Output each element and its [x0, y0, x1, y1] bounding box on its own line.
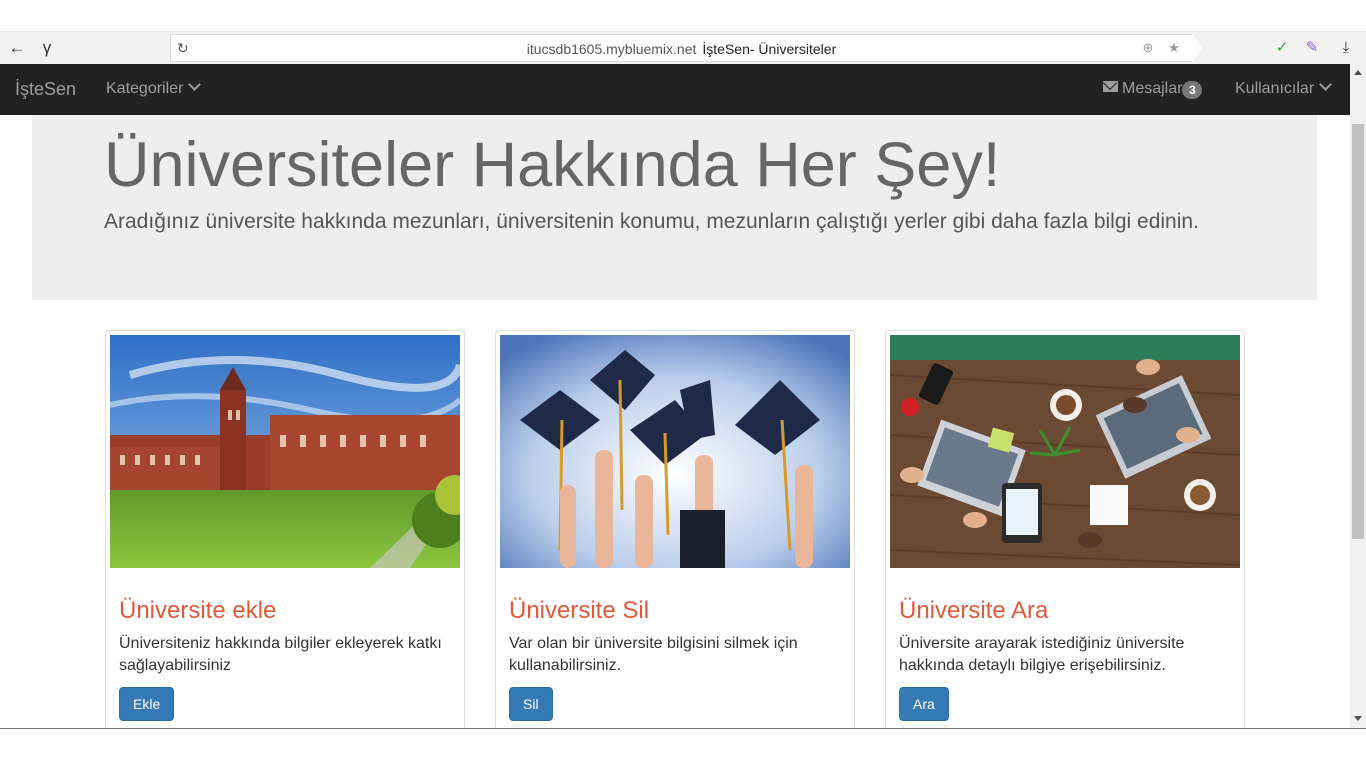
team-working-image [890, 335, 1240, 568]
page-title: Üniversiteler Hakkında Her Şey! [104, 130, 1001, 200]
users-label: Kullanıcılar [1235, 80, 1315, 97]
address-bar[interactable]: ↻ itucsdb1605.mybluemix.net İşteSen- Üniv… [170, 34, 1192, 62]
scroll-up-arrow-icon[interactable] [1354, 70, 1362, 75]
shield-extension-icon[interactable]: ✓ [1272, 38, 1292, 58]
graduation-caps-image [500, 335, 850, 568]
feather-extension-icon[interactable]: ✎ [1302, 38, 1322, 58]
bottom-window-area [0, 728, 1366, 768]
envelope-icon [1103, 81, 1118, 92]
card-search-university: Üniversite Ara Üniversite arayarak isted… [885, 330, 1245, 728]
messages-link[interactable]: Mesajlar 3 [1103, 80, 1203, 99]
categories-dropdown[interactable]: Kategoriler [106, 78, 202, 98]
card-delete-university: Üniversite Sil Var olan bir üniversite b… [495, 330, 855, 728]
categories-label: Kategoriler [106, 80, 184, 97]
address-bar-edge [1192, 34, 1202, 62]
browser-tab-strip [0, 0, 1366, 32]
forward-icon[interactable]: γ [37, 38, 57, 58]
scroll-down-arrow-icon[interactable] [1354, 716, 1362, 721]
jumbotron: Üniversiteler Hakkında Her Şey! Aradığın… [32, 115, 1317, 300]
messages-label: Mesajlar [1122, 80, 1183, 97]
page-viewport: İşteSen Kategoriler Mesajlar 3 Kullanıcıl… [0, 64, 1350, 728]
scrollbar-thumb[interactable] [1352, 124, 1364, 539]
users-dropdown[interactable]: Kullanıcılar [1235, 78, 1333, 98]
bookmark-star-icon[interactable]: ★ [1165, 39, 1183, 57]
page-title-text: İşteSen- Üniversiteler [702, 41, 837, 57]
translate-icon[interactable]: ⊕ [1139, 39, 1157, 57]
top-navbar: İşteSen Kategoriler Mesajlar 3 Kullanıcıl… [0, 64, 1350, 115]
card-add-university: Üniversite ekle Üniversiteniz hakkında b… [105, 330, 465, 728]
back-icon[interactable]: ← [7, 38, 27, 58]
messages-count-badge: 3 [1182, 81, 1203, 99]
university-campus-image [110, 335, 460, 568]
add-button[interactable]: Ekle [119, 687, 175, 721]
search-button[interactable]: Ara [899, 687, 949, 721]
address-url: itucsdb1605.mybluemix.net [526, 41, 697, 57]
card-title: Üniversite ekle [119, 597, 277, 624]
card-description: Üniversiteniz hakkında bilgiler ekleyere… [119, 635, 442, 674]
page-subtitle: Aradığınız üniversite hakkında mezunları… [104, 210, 1199, 233]
delete-button[interactable]: Sil [509, 687, 553, 721]
browser-toolbar: ← γ ↻ itucsdb1605.mybluemix.net İşteSen- … [0, 32, 1366, 64]
chevron-down-icon [188, 78, 202, 91]
card-description: Üniversite arayarak istediğiniz üniversi… [899, 635, 1185, 674]
card-title: Üniversite Sil [509, 597, 650, 624]
chevron-down-icon [1319, 78, 1333, 91]
card-description: Var olan bir üniversite bilgisini silmek… [509, 635, 798, 674]
vertical-scrollbar[interactable] [1350, 64, 1366, 728]
card-title: Üniversite Ara [899, 597, 1049, 624]
download-icon[interactable]: ⤓ [1336, 38, 1356, 58]
brand-link[interactable]: İşteSen [15, 79, 76, 100]
